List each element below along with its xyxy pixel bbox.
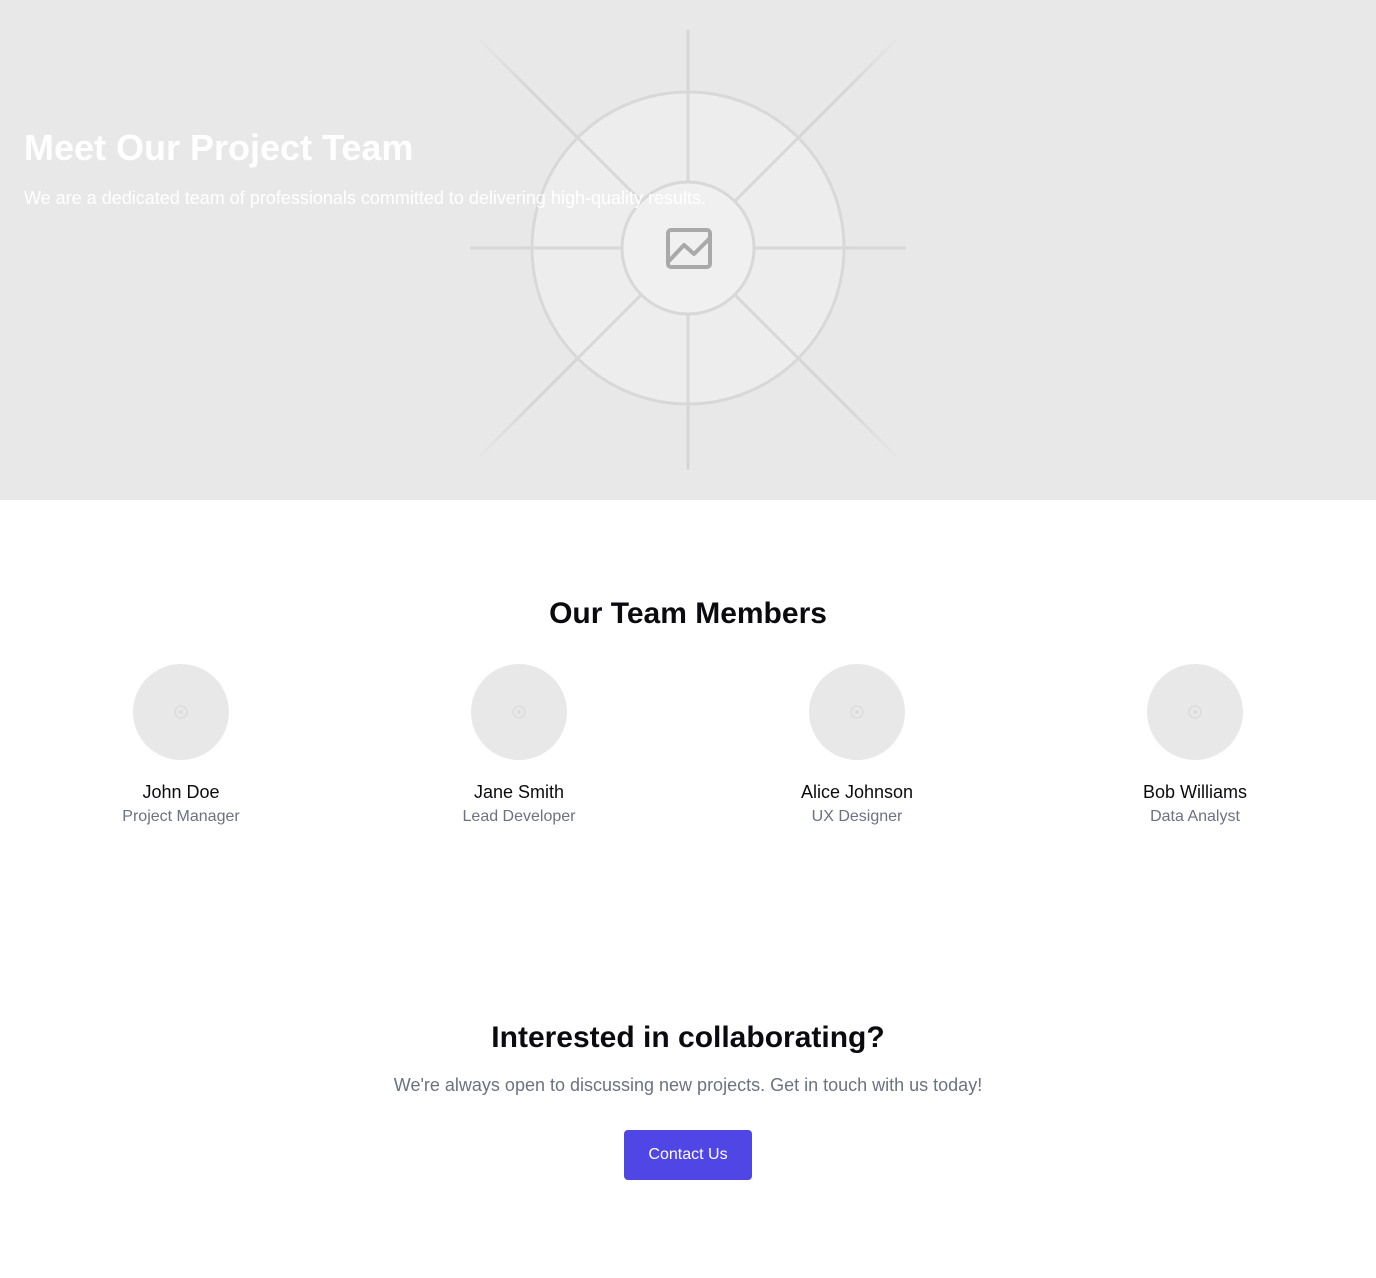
avatar-placeholder-icon bbox=[512, 705, 526, 719]
member-name: Bob Williams bbox=[1142, 782, 1248, 802]
team-member-card: John Doe Project Manager bbox=[61, 664, 301, 828]
team-member-card: Jane Smith Lead Developer bbox=[399, 664, 639, 828]
member-name: Alice Johnson bbox=[800, 782, 914, 802]
avatar-placeholder-icon bbox=[850, 705, 864, 719]
team-member-card: Bob Williams Data Analyst bbox=[1075, 664, 1315, 828]
member-role: Project Manager bbox=[122, 808, 240, 825]
avatar-placeholder-icon bbox=[174, 705, 188, 719]
team-section: Our Team Members John Doe Project Manage… bbox=[0, 500, 1376, 834]
cta-heading: Interested in collaborating? bbox=[491, 1021, 885, 1054]
contact-us-button[interactable]: Contact Us bbox=[624, 1130, 752, 1180]
member-role: Data Analyst bbox=[1150, 808, 1240, 825]
cta-section: Interested in collaborating? We're alway… bbox=[0, 1018, 1376, 1180]
avatar bbox=[809, 664, 905, 760]
hero-subtitle: We are a dedicated team of professionals… bbox=[24, 188, 707, 208]
team-members-list: John Doe Project Manager Jane Smith Lead… bbox=[0, 664, 1376, 834]
avatar-placeholder-icon bbox=[1188, 705, 1202, 719]
avatar bbox=[1147, 664, 1243, 760]
hero-section: Meet Our Project Team We are a dedicated… bbox=[0, 0, 1376, 500]
hero-text-block: Meet Our Project Team We are a dedicated… bbox=[24, 126, 706, 211]
avatar bbox=[471, 664, 567, 760]
hero-image-placeholder bbox=[468, 28, 908, 470]
member-name: John Doe bbox=[142, 782, 220, 802]
member-role: Lead Developer bbox=[462, 808, 576, 825]
cta-text: We're always open to discussing new proj… bbox=[393, 1075, 983, 1095]
avatar bbox=[133, 664, 229, 760]
member-role: UX Designer bbox=[811, 808, 903, 825]
member-name: Jane Smith bbox=[473, 782, 565, 802]
hero-title: Meet Our Project Team bbox=[24, 127, 414, 168]
team-member-card: Alice Johnson UX Designer bbox=[737, 664, 977, 828]
team-heading: Our Team Members bbox=[549, 597, 827, 630]
